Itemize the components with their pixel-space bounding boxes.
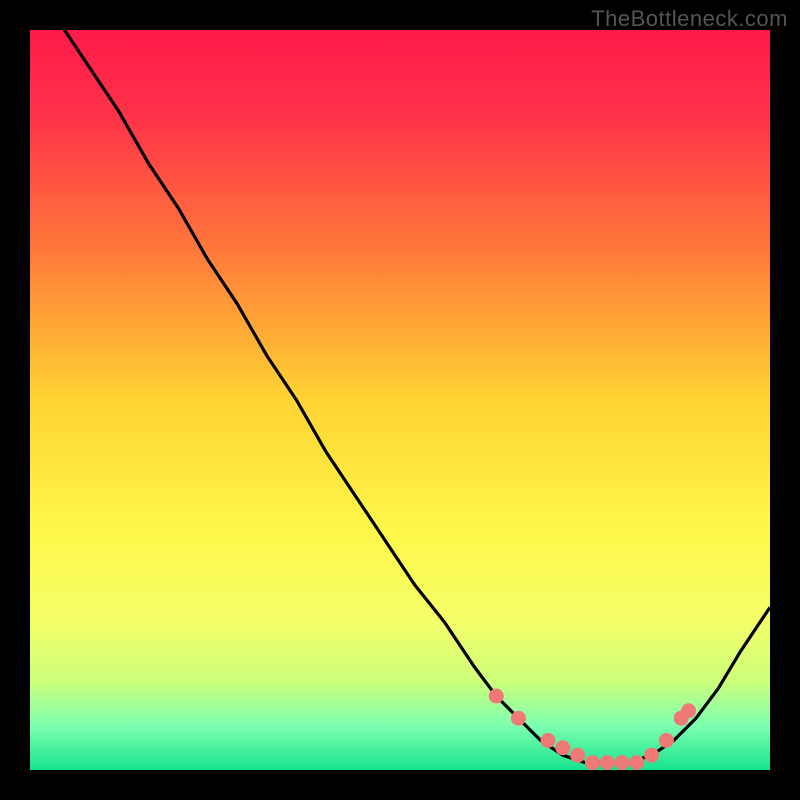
marker-dot [630,756,644,770]
gradient-background [30,30,770,770]
marker-dot [489,689,503,703]
marker-dot [600,756,614,770]
marker-dot [682,704,696,718]
marker-dot [556,741,570,755]
marker-dot [571,748,585,762]
chart-frame: TheBottleneck.com [0,0,800,800]
chart-svg [30,30,770,770]
marker-dot [615,756,629,770]
marker-dot [645,748,659,762]
marker-dot [541,733,555,747]
marker-dot [585,756,599,770]
marker-dot [511,711,525,725]
plot-area [30,30,770,770]
marker-dot [659,733,673,747]
watermark-label: TheBottleneck.com [591,6,788,32]
